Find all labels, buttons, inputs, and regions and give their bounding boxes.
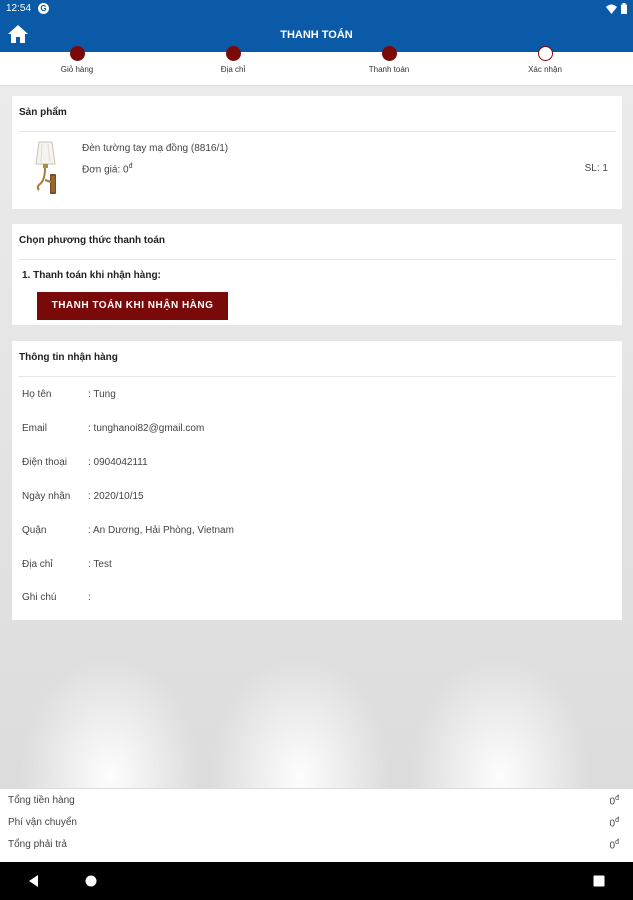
product-card-title: Sản phẩm (18, 96, 616, 132)
currency-unit: đ (128, 163, 133, 170)
system-nav-bar (0, 862, 633, 900)
total-label: Phí vận chuyển (8, 817, 77, 828)
step-dot-pending (537, 46, 553, 61)
info-value: : Test (88, 559, 112, 570)
total-row-grand: Tổng phải trả 0đ (8, 839, 619, 851)
total-row-shipping: Phí vận chuyển 0đ (8, 817, 619, 829)
step-label: Xác nhận (528, 65, 562, 74)
home-nav-icon[interactable] (85, 875, 97, 887)
info-value: : Tung (88, 389, 116, 400)
info-value: : 2020/10/15 (88, 491, 144, 502)
product-name: Đèn tường tay mạ đồng (8816/1) (82, 143, 229, 154)
total-value: 0đ (610, 817, 619, 829)
step-confirm: Xác nhận (485, 46, 605, 74)
back-icon[interactable] (28, 875, 40, 887)
payment-option-label: 1. Thanh toán khi nhận hàng: (22, 270, 161, 281)
recents-icon[interactable] (593, 875, 605, 887)
total-value: 0đ (610, 795, 619, 807)
currency-unit: đ (615, 795, 619, 802)
product-quantity: SL: 1 (584, 163, 608, 174)
info-row-address: Địa chỉ : Test (22, 559, 112, 570)
info-label: Ghi chú (22, 592, 57, 603)
info-value: : (88, 592, 91, 603)
step-dot-done (69, 46, 85, 61)
info-label: Quận (22, 525, 47, 536)
step-cart: Giỏ hàng (17, 46, 137, 74)
currency-unit: đ (615, 839, 619, 846)
step-address: Địa chỉ (173, 46, 293, 74)
page-title: THANH TOÁN (280, 29, 353, 41)
step-label: Thanh toán (368, 65, 410, 74)
info-row-name: Họ tên : Tung (22, 389, 116, 400)
battery-icon (621, 3, 627, 14)
price-label: Đơn giá: 0 (82, 164, 129, 176)
status-time: 12:54 (6, 3, 32, 14)
cod-payment-button[interactable]: THANH TOÁN KHI NHẬN HÀNG (37, 292, 228, 320)
product-card: Sản phẩm Đèn tường tay mạ đồng (8816/1) … (12, 96, 622, 209)
info-row-district: Quận : An Dương, Hải Phòng, Vietnam (22, 525, 234, 536)
delivery-card-title: Thông tin nhận hàng (18, 341, 616, 377)
info-label: Email (22, 423, 48, 434)
info-row-note: Ghi chú: (22, 592, 91, 603)
info-row-phone: Điện thoại : 0904042111 (22, 457, 148, 468)
total-value: 0đ (610, 839, 619, 851)
payment-method-card: Chọn phương thức thanh toán 1. Thanh toá… (12, 224, 622, 325)
step-label: Giỏ hàng (60, 65, 94, 74)
info-label: Họ tên (22, 389, 52, 400)
checkout-steps: Giỏ hàng Địa chỉ Thanh toán Xác nhận (0, 46, 633, 86)
total-row-subtotal: Tổng tiền hàng 0đ (8, 795, 619, 807)
info-row-date: Ngày nhận : 2020/10/15 (22, 491, 144, 502)
info-value: : tunghanoi82@gmail.com (88, 423, 205, 434)
info-value: : An Dương, Hải Phòng, Vietnam (88, 525, 234, 536)
info-label: Địa chỉ (22, 559, 53, 570)
app-bar: THANH TOÁN (0, 18, 633, 52)
total-label: Tổng phải trả (8, 839, 67, 850)
info-row-email: Email : tunghanoi82@gmail.com (22, 423, 204, 434)
info-value: : 0904042111 (88, 457, 148, 468)
status-bar: 12:54 G (0, 0, 633, 18)
status-icons (606, 3, 627, 14)
product-image[interactable] (32, 140, 60, 196)
payment-card-title: Chọn phương thức thanh toán (18, 224, 616, 260)
info-label: Ngày nhận (22, 491, 71, 502)
info-label: Điện thoại (22, 457, 68, 468)
order-totals: Tổng tiền hàng 0đ Phí vận chuyển 0đ Tổng p… (0, 788, 633, 862)
step-payment: Thanh toán (329, 46, 449, 74)
total-label: Tổng tiền hàng (8, 795, 75, 806)
product-price: Đơn giá: 0đ (82, 163, 133, 175)
delivery-info-card: Thông tin nhận hàng Họ tên : Tung Email : … (12, 341, 622, 620)
step-dot-done (381, 46, 397, 61)
wifi-icon (606, 4, 617, 14)
currency-unit: đ (615, 817, 619, 824)
step-dot-done (225, 46, 241, 61)
step-label: Địa chỉ (220, 65, 246, 74)
google-icon: G (38, 3, 49, 14)
